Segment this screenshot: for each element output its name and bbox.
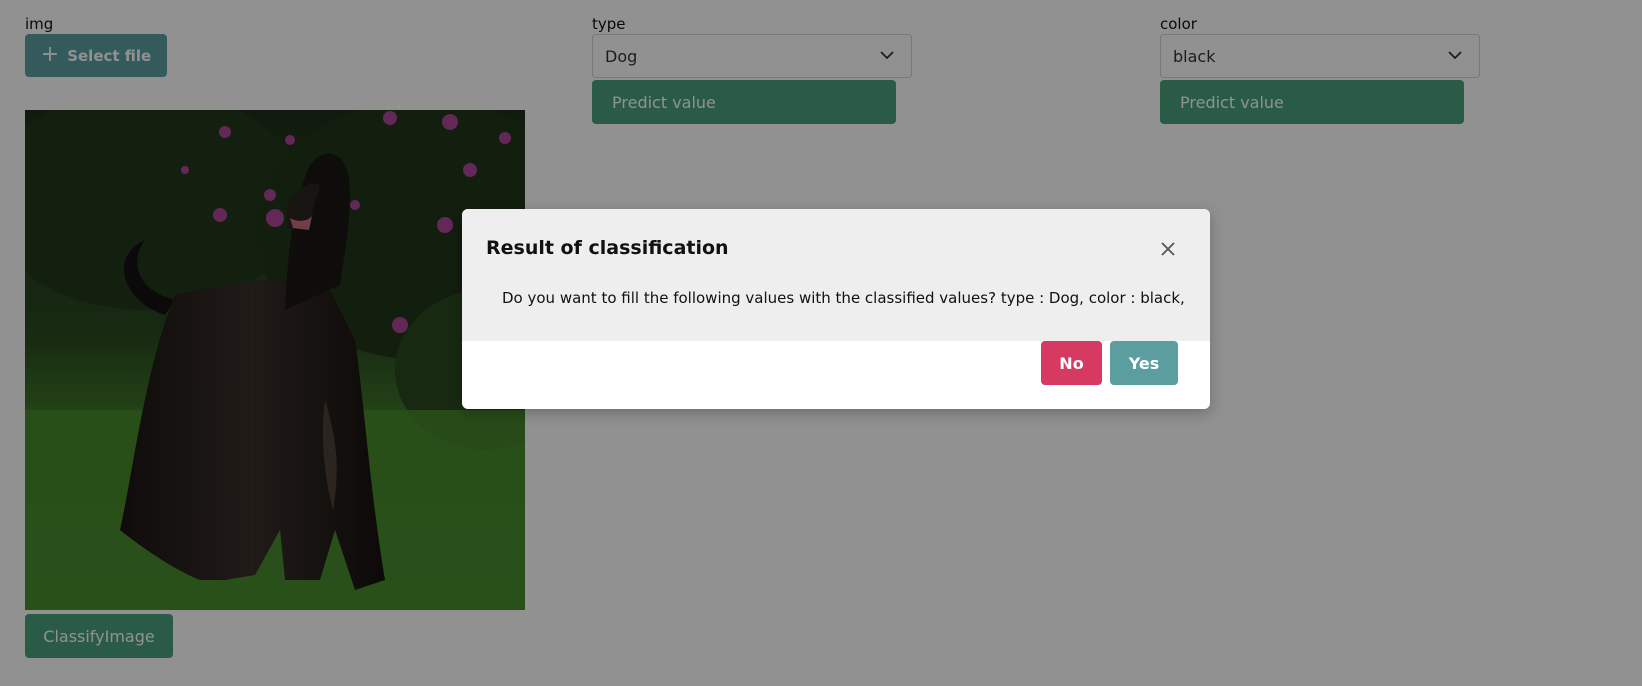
dialog-title: Result of classification <box>486 237 729 259</box>
dialog-body <box>462 209 1210 341</box>
yes-button[interactable]: Yes <box>1110 341 1178 385</box>
close-icon[interactable] <box>1158 239 1178 259</box>
classification-dialog: Result of classification Do you want to … <box>462 209 1210 409</box>
no-button[interactable]: No <box>1041 341 1102 385</box>
dialog-message: Do you want to fill the following values… <box>502 289 1185 307</box>
page: img + Select file ClassifyImage type Dog… <box>0 0 1642 686</box>
